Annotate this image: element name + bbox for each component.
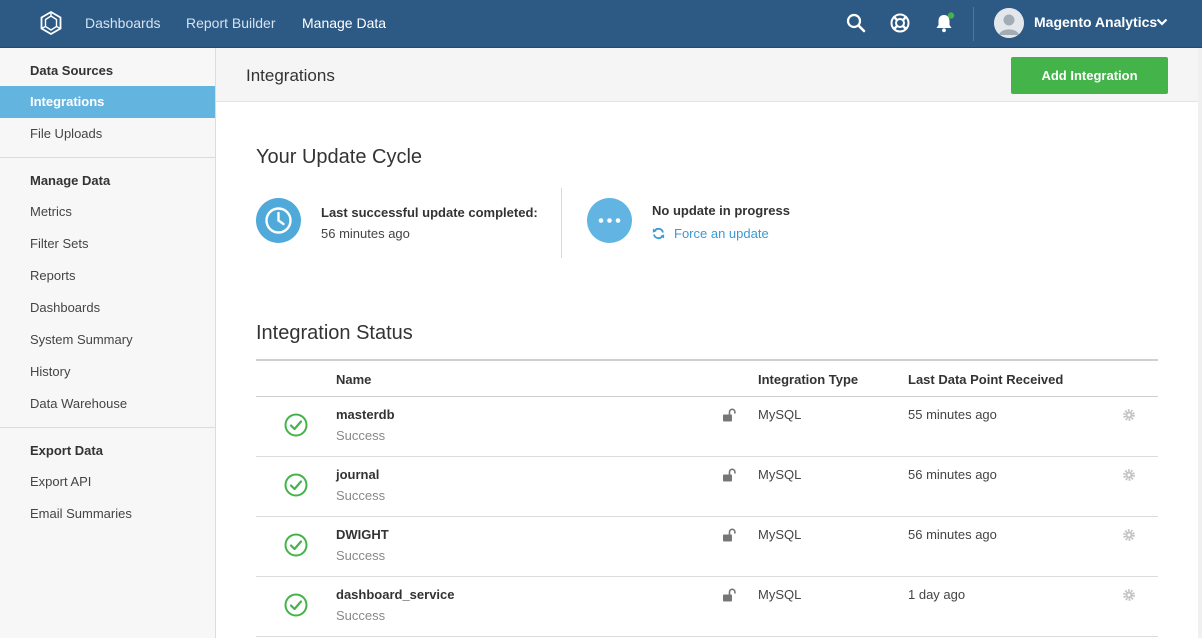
unlock-icon[interactable]	[722, 588, 736, 602]
success-check-icon	[284, 473, 308, 497]
sidebar-heading-export-data: Export Data	[30, 443, 103, 458]
clock-badge	[256, 198, 301, 243]
integration-status-title: Integration Status	[256, 322, 413, 344]
success-check-icon	[284, 593, 308, 617]
last-update-value: 56 minutes ago	[321, 226, 410, 241]
integration-name[interactable]: journal	[336, 467, 379, 482]
sidebar-item-file-uploads[interactable]: File Uploads	[0, 118, 215, 150]
integration-name[interactable]: DWIGHT	[336, 527, 389, 542]
integration-type: MySQL	[758, 407, 802, 422]
add-integration-button[interactable]: Add Integration	[1011, 57, 1168, 94]
scrollbar[interactable]	[1198, 48, 1202, 638]
page-title: Integrations	[246, 66, 335, 85]
column-header-last-data-point[interactable]: Last Data Point Received	[908, 372, 1063, 387]
sidebar-heading-data-sources: Data Sources	[30, 63, 114, 78]
update-progress-label: No update in progress	[652, 203, 790, 218]
help-icon[interactable]	[889, 12, 911, 34]
column-header-name[interactable]: Name	[336, 372, 371, 387]
sidebar-heading-manage-data: Manage Data	[30, 173, 111, 188]
integration-status: Success	[336, 608, 386, 623]
gear-icon[interactable]	[1122, 408, 1136, 422]
unlock-icon[interactable]	[722, 408, 736, 422]
last-data-point: 55 minutes ago	[908, 407, 997, 422]
nav-dashboards[interactable]: Dashboards	[85, 15, 161, 31]
table-row[interactable]: journal Success MySQL 56 minutes ago	[256, 457, 1158, 517]
nav-manage-data[interactable]: Manage Data	[302, 15, 386, 31]
gear-icon[interactable]	[1122, 588, 1136, 602]
integration-status: Success	[336, 488, 386, 503]
integration-type: MySQL	[758, 527, 802, 542]
update-cycle-title: Your Update Cycle	[256, 146, 423, 168]
update-cycle-divider	[561, 188, 562, 258]
table-header: Name Integration Type Last Data Point Re…	[256, 359, 1158, 397]
integration-name[interactable]: dashboard_service	[336, 587, 455, 602]
sidebar-item-dashboards[interactable]: Dashboards	[0, 292, 215, 324]
last-data-point: 1 day ago	[908, 587, 966, 602]
success-check-icon	[284, 533, 308, 557]
last-update-label: Last successful update completed:	[321, 205, 538, 220]
sidebar-divider	[0, 427, 215, 428]
bell-icon[interactable]	[933, 12, 955, 34]
sidebar-item-email-summaries[interactable]: Email Summaries	[0, 498, 215, 530]
user-menu[interactable]: Magento Analytics	[1034, 14, 1157, 30]
sidebar-item-export-api[interactable]: Export API	[0, 466, 215, 498]
search-icon[interactable]	[845, 12, 867, 34]
sidebar-item-integrations[interactable]: Integrations	[0, 86, 215, 118]
table-row[interactable]: masterdb Success MySQL 55 minutes ago	[256, 397, 1158, 457]
unlock-icon[interactable]	[722, 528, 736, 542]
progress-badge	[587, 198, 632, 243]
column-header-integration-type[interactable]: Integration Type	[758, 372, 858, 387]
user-avatar-icon	[994, 8, 1024, 38]
refresh-icon[interactable]	[652, 227, 665, 240]
sidebar-item-history[interactable]: History	[0, 356, 215, 388]
force-update-link[interactable]: Force an update	[674, 226, 769, 241]
gear-icon[interactable]	[1122, 468, 1136, 482]
page-header: Integrations Add Integration	[216, 48, 1198, 102]
sidebar-divider	[0, 157, 215, 158]
table-row[interactable]: DWIGHT Success MySQL 56 minutes ago	[256, 517, 1158, 577]
main-content: Integrations Add Integration Your Update…	[216, 48, 1198, 638]
sidebar-item-data-warehouse[interactable]: Data Warehouse	[0, 388, 215, 420]
avatar[interactable]	[994, 8, 1024, 38]
nav-report-builder[interactable]: Report Builder	[186, 15, 276, 31]
nav-divider	[973, 7, 974, 41]
sidebar-item-metrics[interactable]: Metrics	[0, 196, 215, 228]
success-check-icon	[284, 413, 308, 437]
logo-icon[interactable]	[38, 10, 64, 36]
integration-type: MySQL	[758, 467, 802, 482]
table-row[interactable]: dashboard_service Success MySQL 1 day ag…	[256, 577, 1158, 637]
sidebar-item-filter-sets[interactable]: Filter Sets	[0, 228, 215, 260]
last-data-point: 56 minutes ago	[908, 527, 997, 542]
clock-icon	[265, 207, 292, 234]
gear-icon[interactable]	[1122, 528, 1136, 542]
integration-status: Success	[336, 428, 386, 443]
unlock-icon[interactable]	[722, 468, 736, 482]
integration-status: Success	[336, 548, 386, 563]
sidebar-item-reports[interactable]: Reports	[0, 260, 215, 292]
top-nav: Dashboards Report Builder Manage Data Ma…	[0, 0, 1202, 48]
ellipsis-icon	[598, 218, 621, 223]
sidebar: Data Sources Integrations File Uploads M…	[0, 48, 216, 638]
last-data-point: 56 minutes ago	[908, 467, 997, 482]
sidebar-item-system-summary[interactable]: System Summary	[0, 324, 215, 356]
integration-name[interactable]: masterdb	[336, 407, 395, 422]
integration-type: MySQL	[758, 587, 802, 602]
chevron-down-icon[interactable]	[1156, 16, 1168, 28]
